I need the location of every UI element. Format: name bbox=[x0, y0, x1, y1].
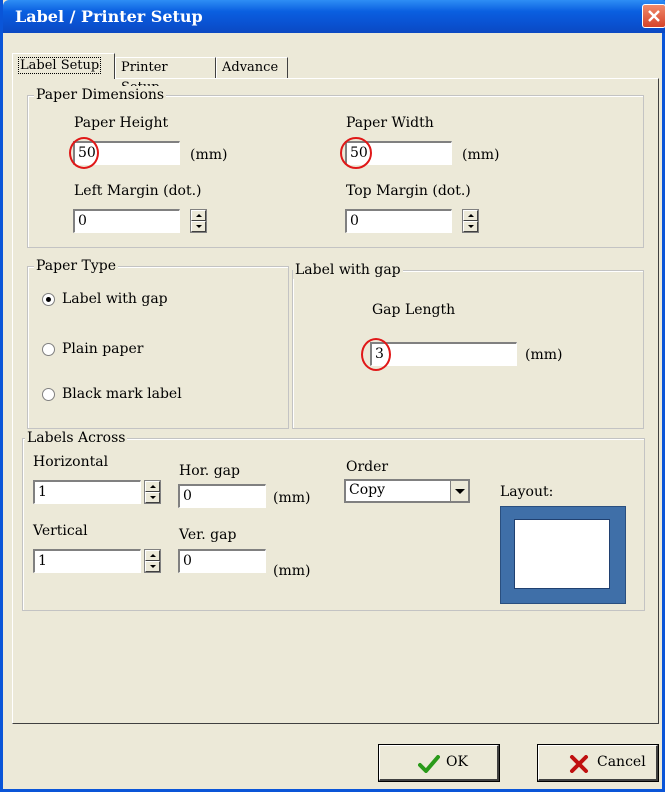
close-icon bbox=[648, 10, 660, 22]
radio-label: Plain paper bbox=[62, 341, 144, 357]
spin-down-icon[interactable] bbox=[191, 221, 206, 232]
tab-advance[interactable]: Advance bbox=[216, 57, 288, 79]
order-select[interactable]: Copy bbox=[344, 479, 470, 503]
radio-black-mark-label[interactable] bbox=[42, 388, 55, 401]
group-title: Label with gap bbox=[293, 261, 403, 279]
horizontal-input[interactable]: 1 bbox=[33, 480, 141, 504]
ver-gap-unit: (mm) bbox=[273, 563, 311, 579]
spin-down-icon[interactable] bbox=[145, 561, 160, 572]
spin-up-icon[interactable] bbox=[463, 210, 478, 221]
vertical-label: Vertical bbox=[33, 523, 88, 539]
dialog-window: Label / Printer Setup Label Setup Printe… bbox=[0, 0, 665, 792]
spin-up-icon[interactable] bbox=[191, 210, 206, 221]
spin-down-icon[interactable] bbox=[145, 492, 160, 503]
cancel-label: Cancel bbox=[597, 754, 646, 770]
checkmark-icon bbox=[418, 755, 440, 773]
paper-width-label: Paper Width bbox=[346, 115, 434, 131]
vertical-spinner[interactable] bbox=[144, 549, 161, 573]
window-title: Label / Printer Setup bbox=[15, 7, 203, 26]
radio-label: Black mark label bbox=[62, 386, 182, 402]
order-label: Order bbox=[346, 459, 389, 475]
ver-gap-label: Ver. gap bbox=[179, 527, 237, 543]
paper-width-unit: (mm) bbox=[462, 147, 500, 163]
cancel-button[interactable]: Cancel bbox=[537, 744, 659, 782]
radio-plain-paper[interactable] bbox=[42, 343, 55, 356]
group-title: Labels Across bbox=[25, 429, 128, 447]
tab-printer-setup[interactable]: Printer Setup bbox=[115, 57, 216, 95]
top-margin-input[interactable]: 0 bbox=[345, 209, 452, 233]
spin-up-icon[interactable] bbox=[145, 550, 160, 561]
layout-preview bbox=[500, 506, 626, 604]
left-margin-spinner[interactable] bbox=[190, 209, 207, 233]
tab-label-setup[interactable]: Label Setup bbox=[12, 53, 115, 79]
radio-label: Label with gap bbox=[62, 291, 168, 307]
group-title: Paper Type bbox=[34, 257, 119, 275]
vertical-input[interactable]: 1 bbox=[33, 549, 141, 573]
layout-preview-label bbox=[514, 519, 610, 589]
left-margin-label: Left Margin (dot.) bbox=[74, 183, 202, 199]
left-margin-input[interactable]: 0 bbox=[73, 209, 180, 233]
ver-gap-input[interactable]: 0 bbox=[178, 549, 266, 573]
top-margin-label: Top Margin (dot.) bbox=[346, 183, 471, 199]
gap-length-input[interactable]: 3 bbox=[370, 342, 517, 366]
radio-label-with-gap[interactable] bbox=[42, 293, 55, 306]
close-button[interactable] bbox=[642, 4, 665, 28]
ok-label: OK bbox=[446, 754, 468, 770]
spin-down-icon[interactable] bbox=[463, 221, 478, 232]
ok-button[interactable]: OK bbox=[378, 744, 500, 782]
top-margin-spinner[interactable] bbox=[462, 209, 479, 233]
group-title: Paper Dimensions bbox=[34, 86, 167, 104]
title-bar: Label / Printer Setup bbox=[3, 0, 665, 33]
gap-length-label: Gap Length bbox=[372, 302, 456, 318]
horizontal-label: Horizontal bbox=[33, 454, 109, 470]
hor-gap-label: Hor. gap bbox=[179, 463, 240, 479]
gap-length-unit: (mm) bbox=[525, 347, 563, 363]
paper-height-label: Paper Height bbox=[74, 115, 169, 131]
paper-height-unit: (mm) bbox=[190, 147, 228, 163]
highlight-circle bbox=[361, 338, 391, 371]
hor-gap-unit: (mm) bbox=[273, 490, 311, 506]
highlight-circle bbox=[69, 137, 99, 169]
highlight-circle bbox=[340, 137, 372, 169]
chevron-down-icon[interactable] bbox=[450, 481, 468, 501]
hor-gap-input[interactable]: 0 bbox=[178, 484, 266, 508]
tab-label: Advance bbox=[222, 60, 279, 75]
horizontal-spinner[interactable] bbox=[144, 480, 161, 504]
spin-up-icon[interactable] bbox=[145, 481, 160, 492]
tab-label: Label Setup bbox=[18, 57, 102, 74]
order-selected-value: Copy bbox=[349, 482, 386, 498]
x-icon bbox=[570, 755, 588, 773]
layout-label: Layout: bbox=[500, 484, 554, 500]
